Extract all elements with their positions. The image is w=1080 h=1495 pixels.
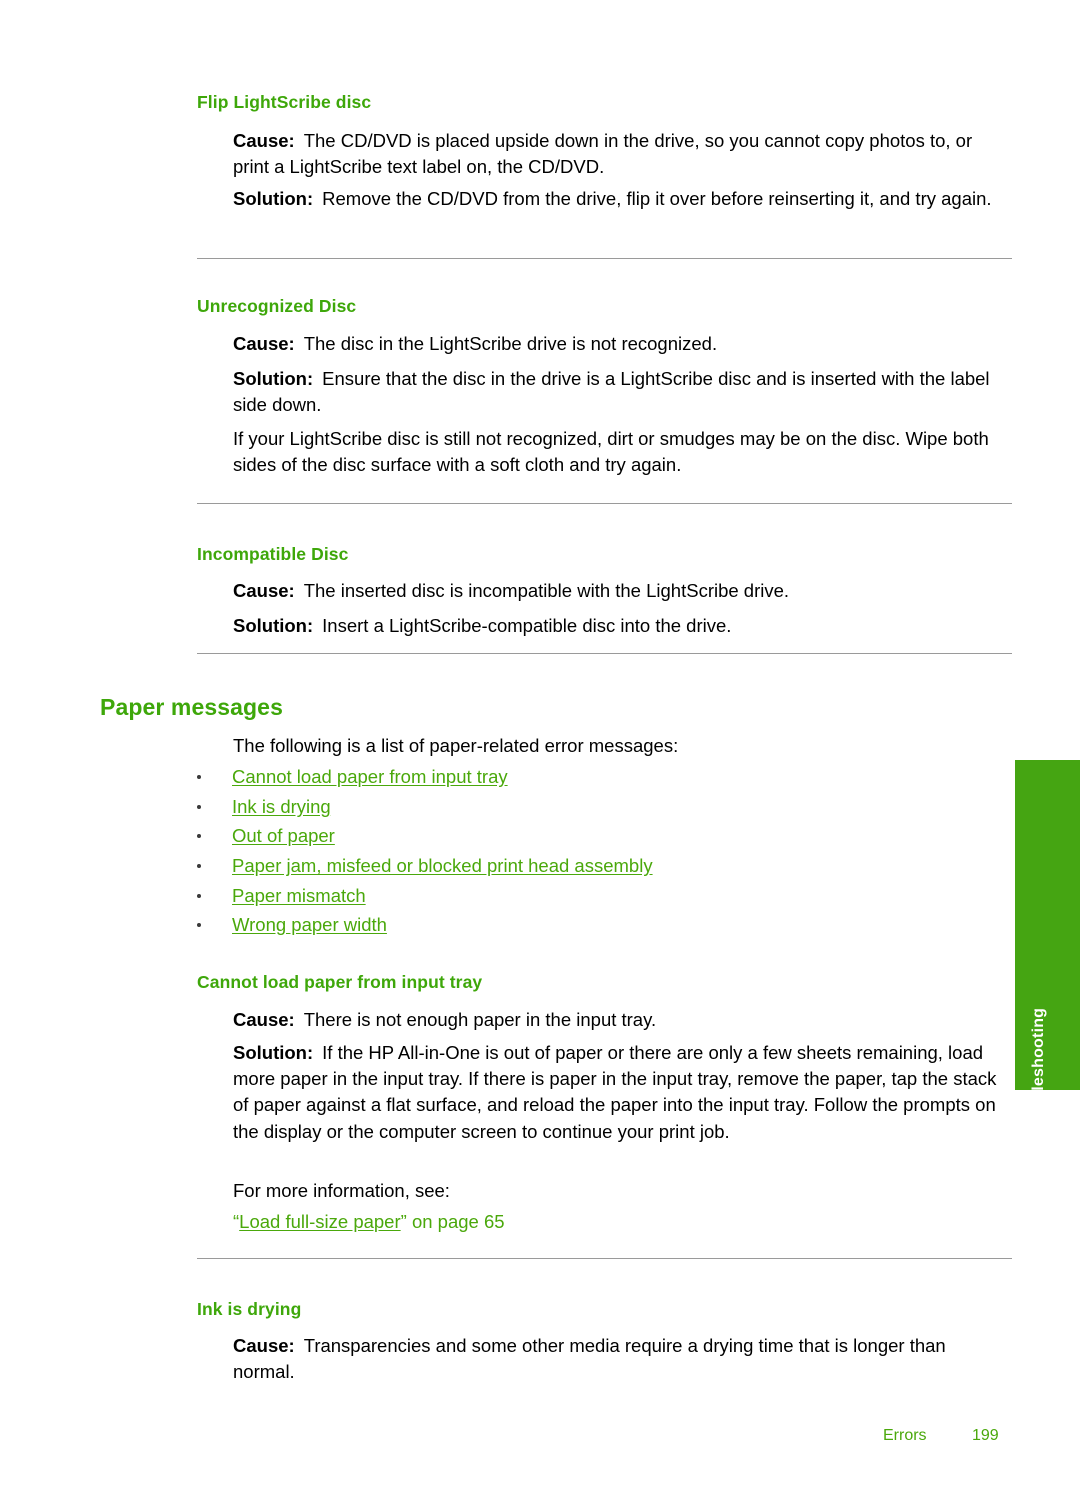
unrecognized-disc-solution-paragraph: Solution: Ensure that the disc in the dri… <box>233 366 1005 418</box>
heading-cannot-load-paper-from-input-tray: Cannot load paper from input tray <box>197 972 483 992</box>
link-out-of-paper[interactable]: Out of paper <box>232 825 335 847</box>
ink-is-drying-cause-paragraph: Cause: Transparencies and some other medi… <box>233 1333 1005 1385</box>
cannot-load-paper-solution-paragraph: Solution: If the HP All-in-One is out of … <box>233 1040 1005 1145</box>
solution-label: Solution: <box>233 188 314 209</box>
cannot-load-paper-cause-paragraph: Cause: There is not enough paper in the i… <box>233 1007 1013 1033</box>
section-divider <box>197 653 1012 654</box>
heading-flip-lightscribe-disc: Flip LightScribe disc <box>197 92 372 112</box>
section-divider <box>197 258 1012 259</box>
cause-label: Cause: <box>233 580 295 601</box>
bullet-icon <box>197 864 201 868</box>
link-paper-jam-misfeed-or-blocked-print-head-assembly[interactable]: Paper jam, misfeed or blocked print head… <box>232 855 653 877</box>
unrecognized-disc-note-paragraph: If your LightScribe disc is still not re… <box>233 428 989 476</box>
side-tab-troubleshooting: Troubleshooting <box>1015 760 1080 1090</box>
bullet-icon <box>197 923 201 927</box>
solution-label: Solution: <box>233 368 314 389</box>
cannot-load-paper-more-info: For more information, see: <box>233 1180 450 1201</box>
unrecognized-disc-cause-paragraph: Cause: The disc in the LightScribe drive … <box>233 331 1013 357</box>
xref-page-tail: on page 65 <box>406 1211 505 1232</box>
bullet-icon <box>197 805 201 809</box>
paper-messages-intro: The following is a list of paper-related… <box>233 735 679 756</box>
incompatible-disc-cause-paragraph: Cause: The inserted disc is incompatible … <box>233 578 1013 604</box>
cannot-load-paper-cause-text: There is not enough paper in the input t… <box>303 1009 657 1030</box>
flip-lightscribe-solution-paragraph: Solution: Remove the CD/DVD from the driv… <box>233 186 1013 212</box>
cannot-load-paper-solution-text: If the HP All-in-One is out of paper or … <box>233 1042 997 1142</box>
cause-label: Cause: <box>233 1009 295 1030</box>
cross-reference-load-full-size-paper[interactable]: “Load full-size paper” on page 65 <box>233 1211 505 1233</box>
flip-lightscribe-cause-text: The CD/DVD is placed upside down in the … <box>233 130 973 178</box>
solution-label: Solution: <box>233 615 314 636</box>
link-ink-is-drying[interactable]: Ink is drying <box>232 796 331 818</box>
link-cannot-load-paper-from-input-tray[interactable]: Cannot load paper from input tray <box>232 766 508 788</box>
section-divider <box>197 503 1012 504</box>
heading-ink-is-drying: Ink is drying <box>197 1299 302 1319</box>
incompatible-disc-solution-paragraph: Solution: Insert a LightScribe-compatible… <box>233 613 1013 639</box>
incompatible-disc-solution-text: Insert a LightScribe-compatible disc int… <box>322 615 732 636</box>
bullet-icon <box>197 775 201 779</box>
solution-label: Solution: <box>233 1042 314 1063</box>
heading-incompatible-disc: Incompatible Disc <box>197 544 349 564</box>
xref-link-text[interactable]: Load full-size paper <box>239 1211 400 1232</box>
heading-unrecognized-disc: Unrecognized Disc <box>197 296 357 316</box>
unrecognized-disc-solution-text: Ensure that the disc in the drive is a L… <box>233 368 990 416</box>
bullet-icon <box>197 834 201 838</box>
heading-paper-messages: Paper messages <box>100 694 283 720</box>
flip-lightscribe-solution-text: Remove the CD/DVD from the drive, flip i… <box>322 188 992 209</box>
footer-section-label: Errors <box>883 1427 927 1444</box>
section-divider <box>197 1258 1012 1259</box>
document-page: Flip LightScribe disc Cause: The CD/DVD i… <box>0 0 1080 1495</box>
side-tab-label: Troubleshooting <box>1029 1007 1047 1090</box>
cause-label: Cause: <box>233 333 295 354</box>
cause-label: Cause: <box>233 130 295 151</box>
incompatible-disc-cause-text: The inserted disc is incompatible with t… <box>303 580 790 601</box>
bullet-icon <box>197 894 201 898</box>
flip-lightscribe-cause-paragraph: Cause: The CD/DVD is placed upside down i… <box>233 128 1013 180</box>
unrecognized-disc-cause-text: The disc in the LightScribe drive is not… <box>303 333 718 354</box>
ink-is-drying-cause-text: Transparencies and some other media requ… <box>233 1335 946 1383</box>
footer-page-number: 199 <box>972 1427 999 1444</box>
cause-label: Cause: <box>233 1335 295 1356</box>
link-paper-mismatch[interactable]: Paper mismatch <box>232 885 366 907</box>
link-wrong-paper-width[interactable]: Wrong paper width <box>232 914 387 936</box>
